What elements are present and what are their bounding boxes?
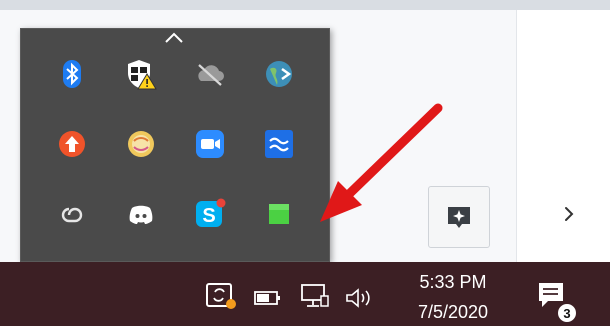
tray-item-zoom[interactable] — [175, 109, 244, 179]
sync-status-icon[interactable] — [203, 282, 239, 310]
discord-icon — [129, 205, 152, 224]
windows-security-warning-icon — [127, 60, 157, 90]
tray-item-green-square[interactable] — [244, 179, 313, 249]
tray-item-circle-app[interactable] — [106, 109, 175, 179]
bluetooth-icon — [62, 60, 81, 88]
creative-cloud-icon — [61, 207, 82, 223]
onedrive-offline-icon — [197, 64, 224, 86]
tray-item-discord[interactable] — [106, 179, 175, 249]
notification-count-badge: 3 — [556, 302, 578, 324]
green-square-icon — [268, 204, 289, 224]
circle-app-icon — [127, 131, 154, 157]
tray-item-upload[interactable] — [37, 109, 106, 179]
sparkle-button[interactable] — [428, 186, 490, 248]
tray-item-skype[interactable]: S — [175, 179, 244, 249]
taskbar-clock[interactable]: 5:33 PM 7/5/2020 — [398, 270, 508, 324]
clock-time: 5:33 PM — [419, 272, 487, 292]
volume-icon[interactable] — [343, 284, 377, 312]
skype-icon: S — [195, 198, 225, 227]
upload-arrow-icon — [58, 131, 85, 157]
battery-icon[interactable] — [252, 284, 284, 312]
network-icon[interactable] — [298, 282, 332, 310]
waves-app-icon — [264, 130, 293, 158]
svg-text:S: S — [202, 205, 215, 227]
tray-item-creative-cloud[interactable] — [37, 179, 106, 249]
network-globe-icon — [265, 61, 292, 87]
chevron-up-icon[interactable] — [160, 24, 188, 52]
action-center-button[interactable]: 3 — [532, 280, 584, 324]
tray-item-network-globe[interactable] — [244, 39, 313, 109]
zoom-icon — [195, 130, 224, 158]
clock-date: 7/5/2020 — [417, 302, 489, 322]
tray-overflow-flyout: S — [20, 28, 330, 262]
tray-item-waves-app[interactable] — [244, 109, 313, 179]
sparkle-icon — [448, 207, 470, 228]
window-top-strip — [0, 0, 610, 10]
chevron-right-icon[interactable] — [560, 202, 578, 226]
tray-item-bluetooth[interactable] — [37, 39, 106, 109]
